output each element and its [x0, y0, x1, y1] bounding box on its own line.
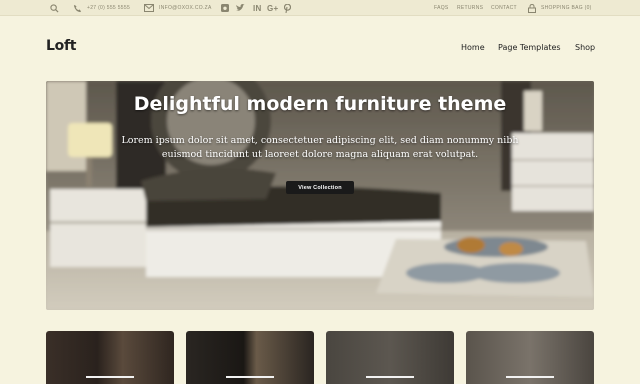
hero-title: Delightful modern furniture theme: [133, 93, 507, 115]
card-title-bar: [506, 376, 554, 378]
pinterest-icon[interactable]: [284, 0, 291, 16]
category-card[interactable]: [466, 331, 594, 384]
card-title-bar: [226, 376, 274, 378]
site-logo[interactable]: Loft: [46, 38, 76, 54]
link-faqs[interactable]: Faqs: [434, 0, 449, 16]
phone-contact[interactable]: +27 (0) 555 5555: [73, 0, 130, 16]
nav-home[interactable]: Home: [461, 43, 485, 52]
hero-description: Lorem ipsum dolor sit amet, consectetuer…: [121, 135, 519, 160]
category-card[interactable]: [186, 331, 314, 384]
google-plus-icon[interactable]: g+: [267, 0, 279, 16]
twitter-icon[interactable]: [236, 0, 245, 16]
phone-icon: [73, 4, 82, 13]
link-returns[interactable]: Returns: [457, 0, 483, 16]
top-bar: +27 (0) 555 5555 info@oxox.co.za in g+ F…: [0, 0, 640, 16]
shopping-bag-link[interactable]: Shopping bag (0): [528, 0, 592, 16]
lock-icon: [528, 3, 536, 13]
card-title-bar: [86, 376, 134, 378]
link-contact[interactable]: Contact: [491, 0, 517, 16]
hero-background-image: [46, 81, 594, 310]
category-card[interactable]: [46, 331, 174, 384]
phone-number: +27 (0) 555 5555: [87, 5, 131, 11]
linkedin-icon[interactable]: in: [253, 0, 262, 16]
category-card[interactable]: [326, 331, 454, 384]
search-icon[interactable]: [50, 0, 59, 16]
mail-icon: [144, 4, 154, 12]
view-collection-button[interactable]: View Collection: [286, 181, 354, 194]
nav-page-templates[interactable]: Page Templates: [498, 43, 561, 52]
instagram-icon[interactable]: [221, 0, 229, 16]
card-title-bar: [366, 376, 414, 378]
hero-slider: Delightful modern furniture theme Lorem …: [46, 81, 594, 310]
email-contact[interactable]: info@oxox.co.za: [144, 0, 212, 16]
nav-shop[interactable]: Shop: [575, 43, 595, 52]
shopping-bag-label: Shopping bag (0): [541, 5, 592, 11]
email-address: info@oxox.co.za: [159, 5, 212, 11]
